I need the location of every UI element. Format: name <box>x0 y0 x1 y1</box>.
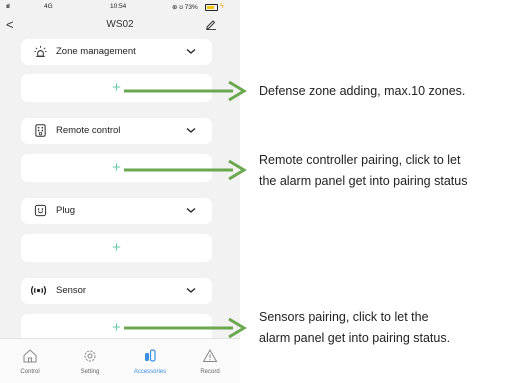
annotation-remote-pair-line2: the alarm panel get into pairing status <box>259 174 468 188</box>
arrow-sensor-pair <box>124 317 247 339</box>
arrow-remote-pair <box>124 159 247 181</box>
arrow-zone-add <box>124 80 247 102</box>
annotation-zone-add: Defense zone adding, max.10 zones. <box>259 84 466 98</box>
annotation-sensor-pair-line2: alarm panel get into pairing status. <box>259 331 451 345</box>
annotation-sensor-pair-line1: Sensors pairing, click to let the <box>259 310 429 324</box>
annotation-arrows <box>124 80 247 339</box>
annotation-remote-pair-line1: Remote controller pairing, click to let <box>259 153 461 167</box>
